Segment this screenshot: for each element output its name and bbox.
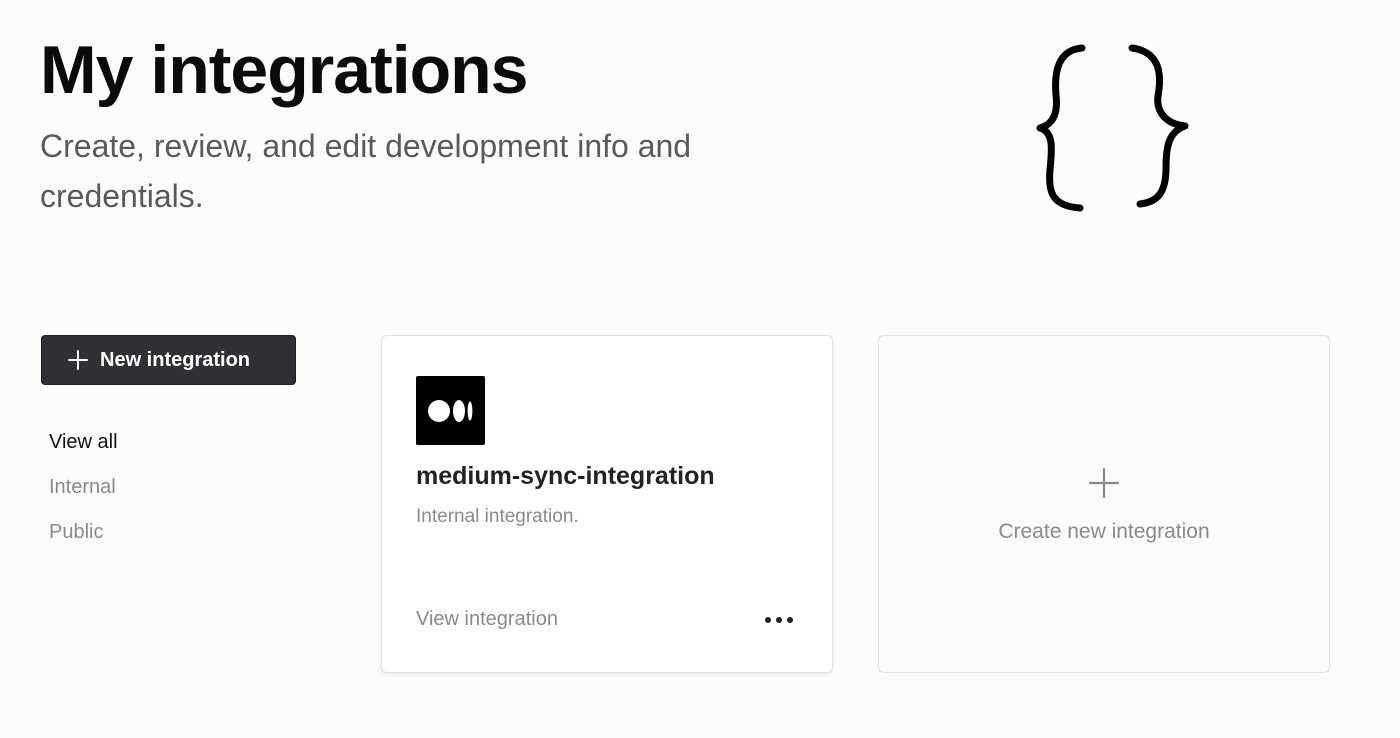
- new-integration-label: New integration: [100, 348, 251, 371]
- integration-type: Internal integration.: [416, 506, 579, 527]
- create-new-integration-label: Create new integration: [998, 520, 1210, 543]
- plus-icon: [66, 348, 90, 372]
- integration-card[interactable]: medium-sync-integration Internal integra…: [381, 335, 833, 673]
- medium-logo-icon: [416, 376, 485, 445]
- page-title: My integrations: [40, 32, 528, 108]
- new-integration-button[interactable]: New integration: [41, 335, 296, 385]
- more-horizontal-icon[interactable]: [762, 608, 796, 632]
- curly-braces-icon: [1036, 44, 1189, 212]
- filter-nav: View all Internal Public: [49, 420, 118, 555]
- create-new-integration-card[interactable]: Create new integration: [878, 335, 1330, 673]
- integration-name: medium-sync-integration: [416, 462, 715, 490]
- filter-view-all[interactable]: View all: [49, 420, 118, 465]
- view-integration-link[interactable]: View integration: [416, 608, 558, 631]
- filter-public[interactable]: Public: [49, 510, 118, 555]
- plus-icon: [1089, 468, 1119, 498]
- page-subtitle: Create, review, and edit development inf…: [40, 128, 692, 214]
- filter-internal[interactable]: Internal: [49, 465, 118, 510]
